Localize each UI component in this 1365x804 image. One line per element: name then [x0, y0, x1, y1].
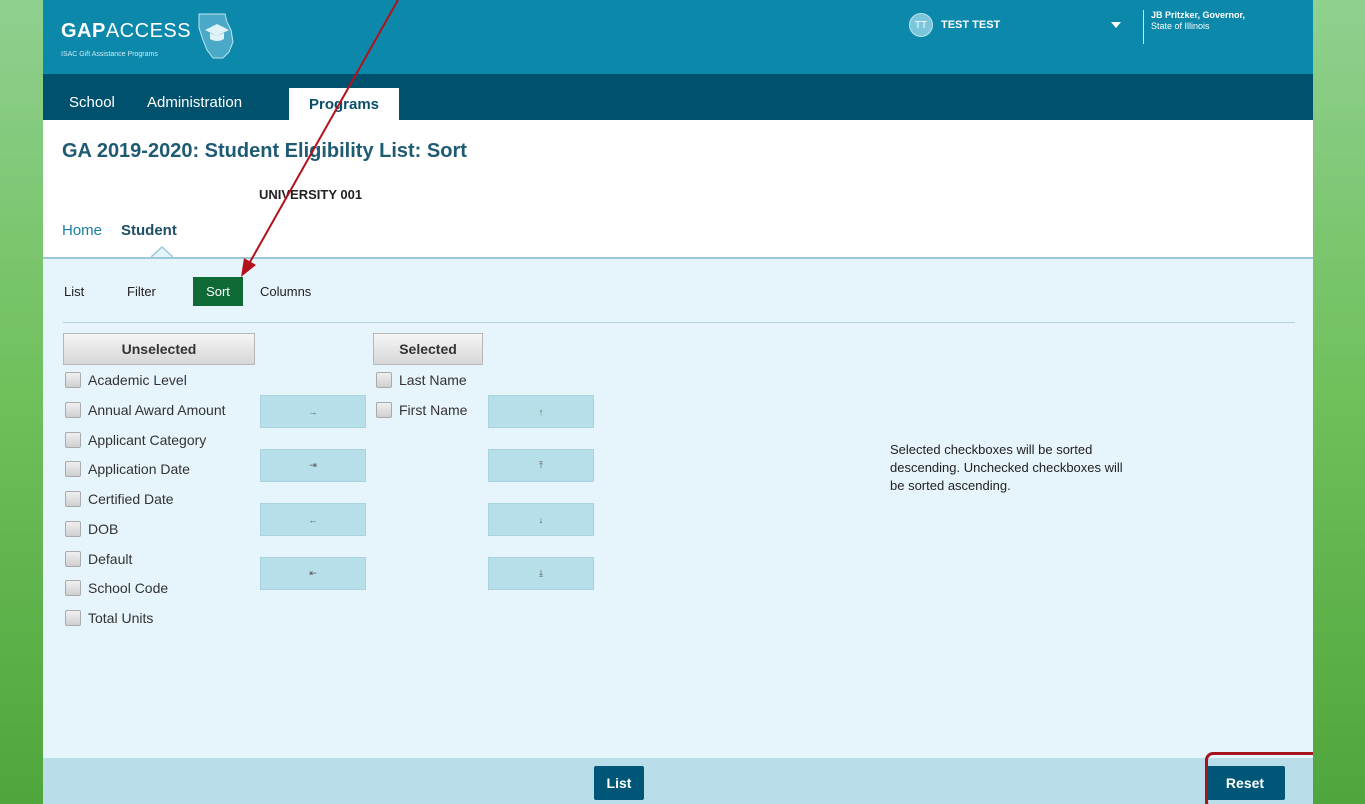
sort-help-text: Selected checkboxes will be sorted desce… [890, 442, 1123, 493]
tab-columns[interactable]: Columns [260, 284, 311, 299]
checkbox[interactable] [65, 521, 81, 537]
user-menu[interactable]: TT TEST TEST [909, 13, 1001, 37]
chevron-down-icon[interactable] [1111, 22, 1121, 28]
avatar: TT [909, 13, 933, 37]
selected-header: Selected [373, 333, 483, 365]
checkbox[interactable] [65, 432, 81, 448]
nav-tab-school[interactable]: School [69, 94, 115, 111]
move-left-button[interactable]: ← [260, 503, 366, 536]
active-pointer-icon [151, 246, 173, 258]
title-section: GA 2019-2020: Student Eligibility List: … [43, 120, 1313, 258]
unselected-item-academic-level[interactable]: Academic Level [65, 370, 187, 390]
page-title: GA 2019-2020: Student Eligibility List: … [62, 140, 467, 162]
unselected-item-school-code[interactable]: School Code [65, 578, 168, 598]
checkbox[interactable] [65, 402, 81, 418]
logo-bold: GAP [61, 20, 106, 42]
nav-tab-programs[interactable]: Programs [289, 88, 399, 120]
reset-highlight-annotation [1205, 752, 1313, 804]
move-up-button[interactable]: ↑ [488, 395, 594, 428]
checkbox[interactable] [65, 372, 81, 388]
selected-item-first-name[interactable]: First Name [376, 400, 467, 420]
checkbox[interactable] [65, 491, 81, 507]
school-name: UNIVERSITY 001 [259, 187, 363, 202]
move-right-button[interactable]: → [260, 395, 366, 428]
main-nav: School Administration Programs [43, 74, 1313, 120]
tab-filter[interactable]: Filter [127, 284, 156, 299]
unselected-item-dob[interactable]: DOB [65, 519, 118, 539]
unselected-item-applicant-category[interactable]: Applicant Category [65, 430, 206, 450]
checkbox[interactable] [376, 402, 392, 418]
logo-tagline: ISAC Gift Assistance Programs [61, 51, 158, 58]
move-top-button[interactable]: ⤒ [488, 449, 594, 482]
unselected-item-application-date[interactable]: Application Date [65, 459, 190, 479]
checkbox[interactable] [65, 610, 81, 626]
user-name: TEST TEST [941, 19, 1001, 31]
nav-tab-administration[interactable]: Administration [147, 94, 242, 111]
governor-line2: State of Illinois [1151, 21, 1210, 31]
tab-sort[interactable]: Sort [193, 277, 243, 306]
section-divider [43, 257, 1313, 259]
header-bar: GAPACCESS ISAC Gift Assistance Programs … [43, 0, 1313, 74]
list-button[interactable]: List [594, 766, 644, 800]
unselected-item-total-units[interactable]: Total Units [65, 608, 153, 628]
tab-list[interactable]: List [64, 284, 84, 299]
logo-light: ACCESS [105, 20, 192, 42]
move-all-right-button[interactable]: ⇥ [260, 449, 366, 482]
breadcrumb-home[interactable]: Home [62, 222, 102, 239]
checkbox[interactable] [65, 461, 81, 477]
header-divider [1143, 10, 1144, 44]
selected-item-last-name[interactable]: Last Name [376, 370, 467, 390]
governor-line1: JB Pritzker, Governor, [1151, 10, 1246, 20]
move-all-left-button[interactable]: ⇤ [260, 557, 366, 590]
move-bottom-button[interactable]: ⤓ [488, 557, 594, 590]
unselected-item-default[interactable]: Default [65, 549, 132, 569]
move-down-button[interactable]: ↓ [488, 503, 594, 536]
breadcrumb-student[interactable]: Student [121, 222, 177, 239]
checkbox[interactable] [376, 372, 392, 388]
illinois-state-icon [198, 13, 234, 59]
footer-bar: List Reset [43, 758, 1313, 804]
unselected-header: Unselected [63, 333, 255, 365]
app-window: GAPACCESS ISAC Gift Assistance Programs … [43, 0, 1313, 804]
governor-credit: JB Pritzker, Governor, State of Illinois [1151, 10, 1301, 32]
checkbox[interactable] [65, 580, 81, 596]
unselected-item-certified-date[interactable]: Certified Date [65, 489, 174, 509]
tabs-divider [63, 322, 1295, 323]
checkbox[interactable] [65, 551, 81, 567]
unselected-item-annual-award-amount[interactable]: Annual Award Amount [65, 400, 226, 420]
gap-access-logo[interactable]: GAPACCESS ISAC Gift Assistance Programs [61, 10, 251, 62]
